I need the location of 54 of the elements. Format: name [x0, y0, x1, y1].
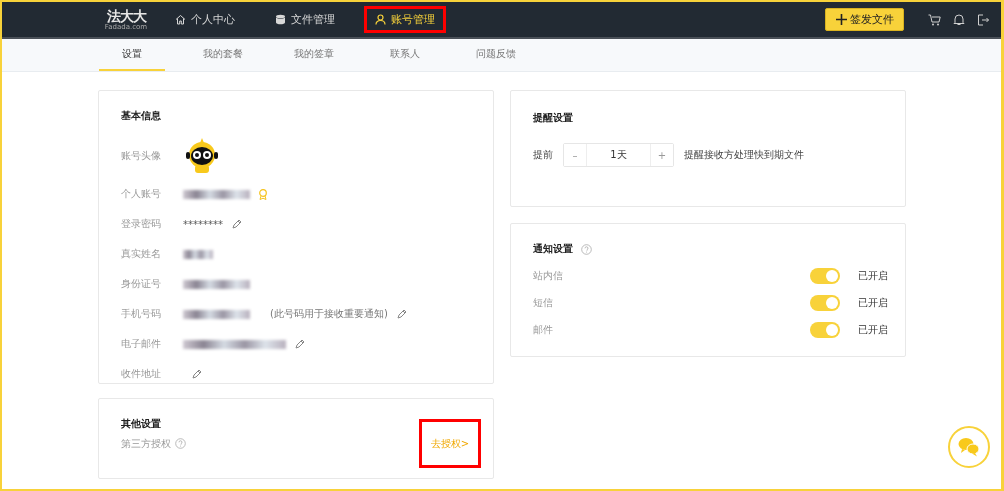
- avatar-icon: [183, 137, 221, 175]
- tab[interactable]: 问题反馈: [463, 39, 529, 71]
- field-label: 电子邮件: [121, 337, 162, 351]
- toggle-switch[interactable]: [810, 267, 840, 284]
- home-icon: [175, 14, 186, 25]
- nav-item[interactable]: 账号管理: [364, 6, 446, 33]
- chat-icon: [958, 437, 980, 457]
- password-value: ********: [183, 218, 223, 230]
- field-label: 登录密码: [121, 217, 162, 231]
- toggle-switch[interactable]: [810, 294, 840, 311]
- logout-icon[interactable]: [977, 13, 989, 26]
- redacted-value: [183, 249, 213, 259]
- toggle-status: 已开启: [858, 295, 889, 310]
- toggle-status: 已开启: [858, 268, 889, 283]
- toggle-switch[interactable]: [810, 321, 840, 338]
- reminder-description: 提醒接收方处理快到期文件: [684, 148, 804, 162]
- user-icon: [375, 14, 386, 25]
- field-label: 身份证号: [121, 277, 162, 291]
- card-title: 通知设置: [533, 242, 573, 256]
- bell-icon[interactable]: [953, 13, 965, 26]
- database-icon: [275, 14, 286, 25]
- card-title: 其他设置: [121, 417, 162, 431]
- notification-label: 短信: [533, 295, 553, 310]
- redacted-value: [183, 279, 250, 289]
- help-icon: [581, 243, 592, 255]
- card-title: 基本信息: [121, 109, 162, 123]
- tab[interactable]: 联系人: [372, 39, 438, 71]
- tab[interactable]: 我的套餐: [190, 39, 256, 71]
- field-label: 真实姓名: [121, 247, 162, 261]
- help-icon: [175, 438, 186, 449]
- edit-icon[interactable]: [294, 338, 306, 350]
- edit-icon[interactable]: [395, 308, 408, 320]
- redacted-value: [183, 309, 250, 319]
- edit-icon[interactable]: [191, 368, 203, 380]
- sign-document-button[interactable]: 签发文件: [825, 8, 904, 31]
- field-label: 账号头像: [121, 149, 162, 163]
- edit-icon[interactable]: [231, 218, 243, 230]
- field-label: 个人账号: [121, 187, 162, 201]
- tab[interactable]: 设置: [99, 39, 165, 71]
- phone-note: (此号码用于接收重要通知): [270, 307, 388, 321]
- field-label: 手机号码: [121, 307, 162, 321]
- cart-icon[interactable]: [928, 13, 941, 26]
- redacted-value: [183, 189, 250, 199]
- field-label: 第三方授权: [121, 436, 171, 451]
- field-label: 提前: [533, 148, 553, 162]
- toggle-status: 已开启: [858, 322, 889, 337]
- field-label: 收件地址: [121, 367, 162, 381]
- card-title: 提醒设置: [533, 111, 574, 125]
- notification-label: 站内信: [533, 268, 563, 283]
- notification-label: 邮件: [533, 322, 553, 337]
- plus-icon: [835, 14, 847, 25]
- tab[interactable]: 我的签章: [281, 39, 347, 71]
- nav-item[interactable]: 文件管理: [264, 6, 346, 33]
- nav-item[interactable]: 个人中心: [164, 6, 246, 33]
